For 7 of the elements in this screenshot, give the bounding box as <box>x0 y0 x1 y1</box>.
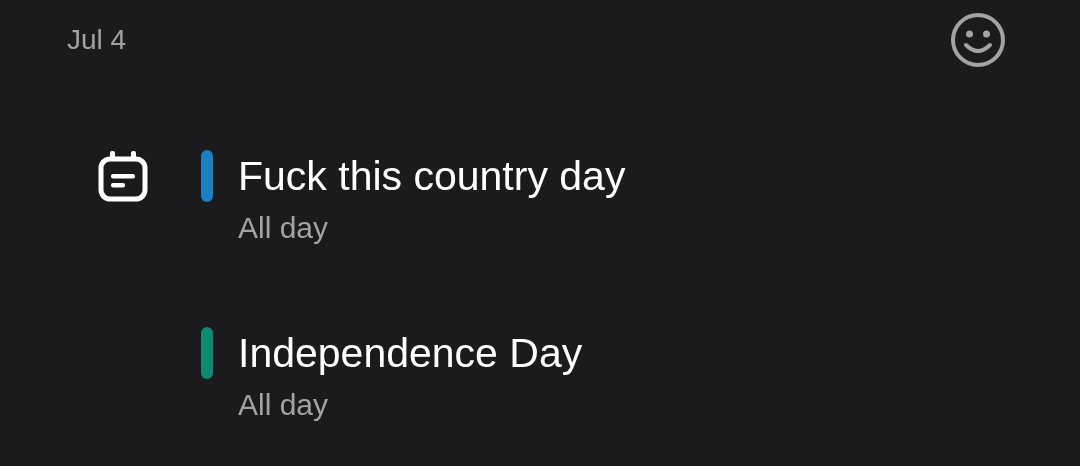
smiley-icon[interactable] <box>950 12 1006 68</box>
event-time: All day <box>238 387 330 423</box>
calendar-note-icon <box>98 150 148 202</box>
event-title[interactable]: Independence Day <box>238 327 583 379</box>
event-time: All day <box>238 210 330 246</box>
event-title[interactable]: Fuck this country day <box>238 150 626 202</box>
date-label: Jul 4 <box>67 23 127 57</box>
